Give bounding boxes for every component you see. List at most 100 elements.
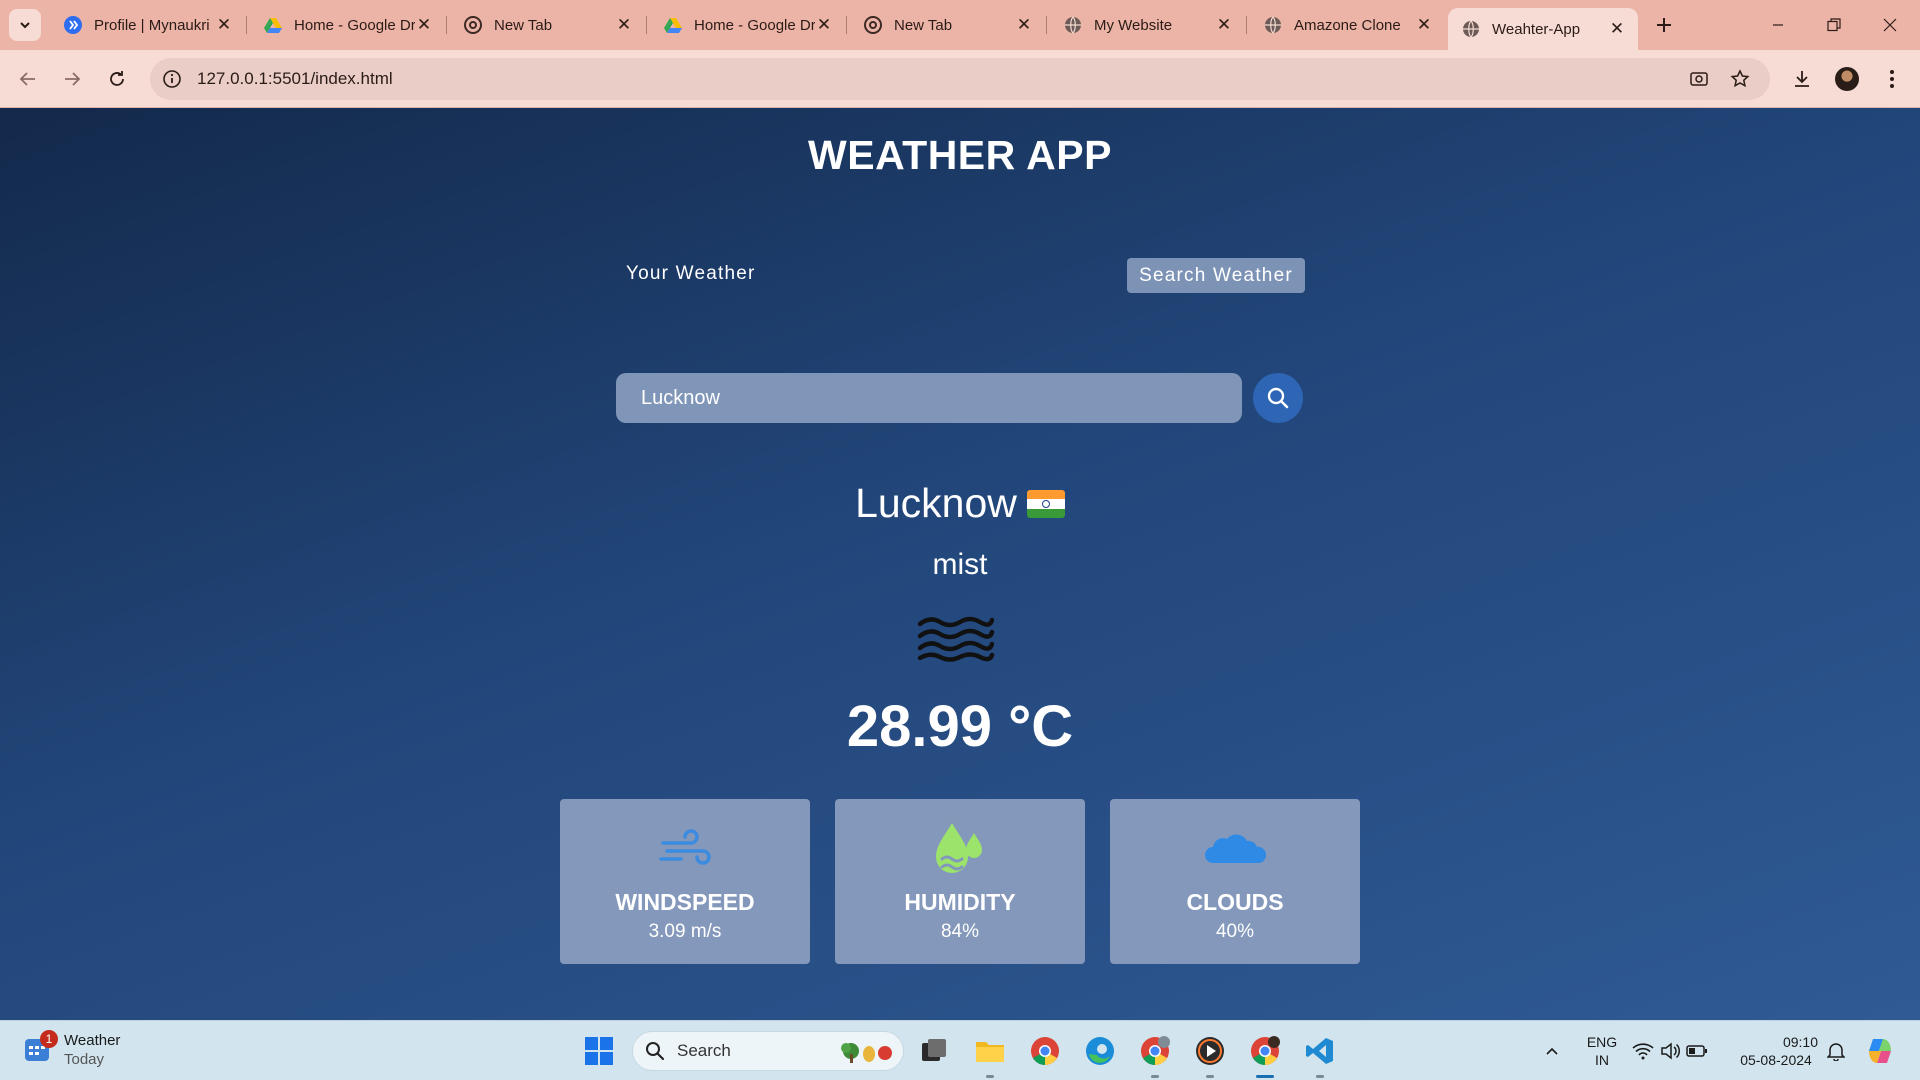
notification-badge: 1	[40, 1030, 58, 1048]
vscode-button[interactable]	[1302, 1033, 1338, 1069]
running-indicator	[1206, 1075, 1214, 1078]
tab-your-weather[interactable]: Your Weather	[626, 263, 756, 285]
close-icon[interactable]: ✕	[1415, 15, 1433, 34]
edge-button[interactable]	[1082, 1033, 1118, 1069]
close-icon[interactable]: ✕	[815, 15, 833, 34]
naukri-favicon-icon	[64, 16, 82, 34]
chrome-icon	[1251, 1036, 1280, 1065]
taskbar-search-box[interactable]: Search	[632, 1031, 904, 1071]
close-icon[interactable]: ✕	[1608, 19, 1626, 38]
back-button[interactable]	[12, 63, 44, 95]
bookmark-star-icon[interactable]	[1729, 68, 1751, 90]
close-window-button[interactable]	[1862, 0, 1918, 50]
close-icon	[1883, 18, 1897, 32]
file-explorer-button[interactable]	[972, 1033, 1008, 1069]
quick-settings-button[interactable]	[1630, 1033, 1710, 1069]
google-drive-icon	[664, 18, 682, 33]
forward-button[interactable]	[56, 63, 88, 95]
vscode-icon	[1306, 1038, 1333, 1064]
search-button[interactable]	[1253, 373, 1303, 423]
city-search-input[interactable]	[616, 373, 1242, 423]
card-label: WINDSPEED	[615, 889, 755, 915]
mist-icon	[917, 616, 995, 662]
running-indicator	[986, 1075, 994, 1078]
tab-separator	[1046, 16, 1047, 34]
close-icon[interactable]: ✕	[1015, 15, 1033, 34]
tab-separator	[646, 16, 647, 34]
play-icon	[1196, 1037, 1224, 1065]
new-tab-button[interactable]	[1650, 11, 1678, 39]
task-view-button[interactable]	[916, 1033, 952, 1069]
chrome-icon	[464, 16, 482, 34]
notifications-button[interactable]	[1818, 1033, 1854, 1069]
tab-search-weather[interactable]: Search Weather	[1127, 258, 1305, 293]
tab-separator	[846, 16, 847, 34]
cloud-icon	[1110, 819, 1360, 879]
search-highlight-illustration-icon	[841, 1043, 892, 1063]
chrome-icon	[864, 16, 882, 34]
chevron-down-icon	[20, 22, 30, 29]
tab-weahter-app[interactable]: Weahter-App ✕	[1448, 8, 1638, 50]
clouds-card: CLOUDS 40%	[1110, 799, 1360, 964]
card-value: 84%	[940, 921, 980, 942]
humidity-card: HUMIDITY 84%	[835, 799, 1085, 964]
profile-button[interactable]	[1831, 63, 1863, 95]
battery-icon	[1686, 1045, 1707, 1057]
tab-search-menu-button[interactable]	[9, 9, 41, 41]
chrome-profile-button[interactable]	[1137, 1033, 1173, 1069]
tab-separator	[246, 16, 247, 34]
browser-menu-button[interactable]	[1876, 63, 1908, 95]
card-value: 40%	[1215, 921, 1255, 942]
downloads-button[interactable]	[1786, 63, 1818, 95]
start-button[interactable]	[581, 1033, 617, 1069]
reload-button[interactable]	[101, 63, 133, 95]
media-player-button[interactable]	[1192, 1033, 1228, 1069]
tab-amazone-clone[interactable]: Amazone Clone ✕	[1250, 8, 1445, 42]
widget-subtitle: Today	[64, 1051, 105, 1068]
clock[interactable]: 09:10 05-08-2024	[1734, 1033, 1818, 1069]
clock-time: 09:10	[1782, 1034, 1818, 1050]
close-icon[interactable]: ✕	[615, 15, 633, 34]
chrome-active-button[interactable]	[1247, 1033, 1283, 1069]
download-icon	[1795, 71, 1809, 87]
search-icon	[646, 1042, 665, 1061]
tab-title: New Tab	[494, 16, 553, 34]
tab-google-drive[interactable]: Home - Google Drive ✕	[250, 8, 445, 42]
show-hidden-icons-button[interactable]	[1534, 1033, 1570, 1069]
page-title: WEATHER APP	[808, 132, 1112, 178]
chrome-button[interactable]	[1027, 1033, 1063, 1069]
url-text: 127.0.0.1:5501/index.html	[197, 69, 393, 88]
screenshot-lens-icon[interactable]	[1688, 68, 1710, 90]
tab-new-tab[interactable]: New Tab ✕	[450, 8, 645, 42]
close-icon[interactable]: ✕	[1215, 15, 1233, 34]
card-label: CLOUDS	[1186, 889, 1284, 915]
globe-icon	[1463, 20, 1479, 38]
browser-tab-bar: Profile | Mynaukri ✕ Home - Google Drive…	[0, 0, 1920, 50]
card-value: 3.09 m/s	[648, 921, 722, 942]
close-icon[interactable]: ✕	[415, 15, 433, 34]
browser-toolbar: 127.0.0.1:5501/index.html	[0, 50, 1920, 108]
running-indicator	[1151, 1075, 1159, 1078]
tab-profile-mynaukri[interactable]: Profile | Mynaukri ✕	[50, 8, 245, 42]
tab-new-tab-2[interactable]: New Tab ✕	[850, 8, 1045, 42]
minimize-button[interactable]	[1750, 0, 1806, 50]
chrome-icon	[1031, 1037, 1059, 1065]
copilot-button[interactable]	[1862, 1033, 1898, 1069]
close-icon[interactable]: ✕	[215, 15, 233, 34]
weather-app-page: WEATHER APP Your Weather Search Weather …	[0, 108, 1920, 1020]
site-info-icon[interactable]	[161, 68, 183, 90]
tab-google-drive-2[interactable]: Home - Google Drive ✕	[650, 8, 845, 42]
tab-title: Home - Google Drive	[694, 16, 815, 34]
avatar	[1835, 67, 1859, 91]
restore-button[interactable]	[1806, 0, 1862, 50]
address-bar[interactable]: 127.0.0.1:5501/index.html	[150, 58, 1770, 100]
weather-widget[interactable]: 1 Weather Today	[24, 1030, 121, 1069]
widget-title: Weather	[64, 1032, 121, 1049]
windows-start-icon	[585, 1037, 613, 1065]
language-line1: ENG	[1586, 1034, 1618, 1050]
tab-separator	[1246, 16, 1247, 34]
tab-title: New Tab	[894, 16, 953, 34]
language-indicator[interactable]: ENG IN	[1584, 1033, 1620, 1069]
task-view-icon	[922, 1039, 946, 1061]
tab-my-website[interactable]: My Website ✕	[1050, 8, 1245, 42]
